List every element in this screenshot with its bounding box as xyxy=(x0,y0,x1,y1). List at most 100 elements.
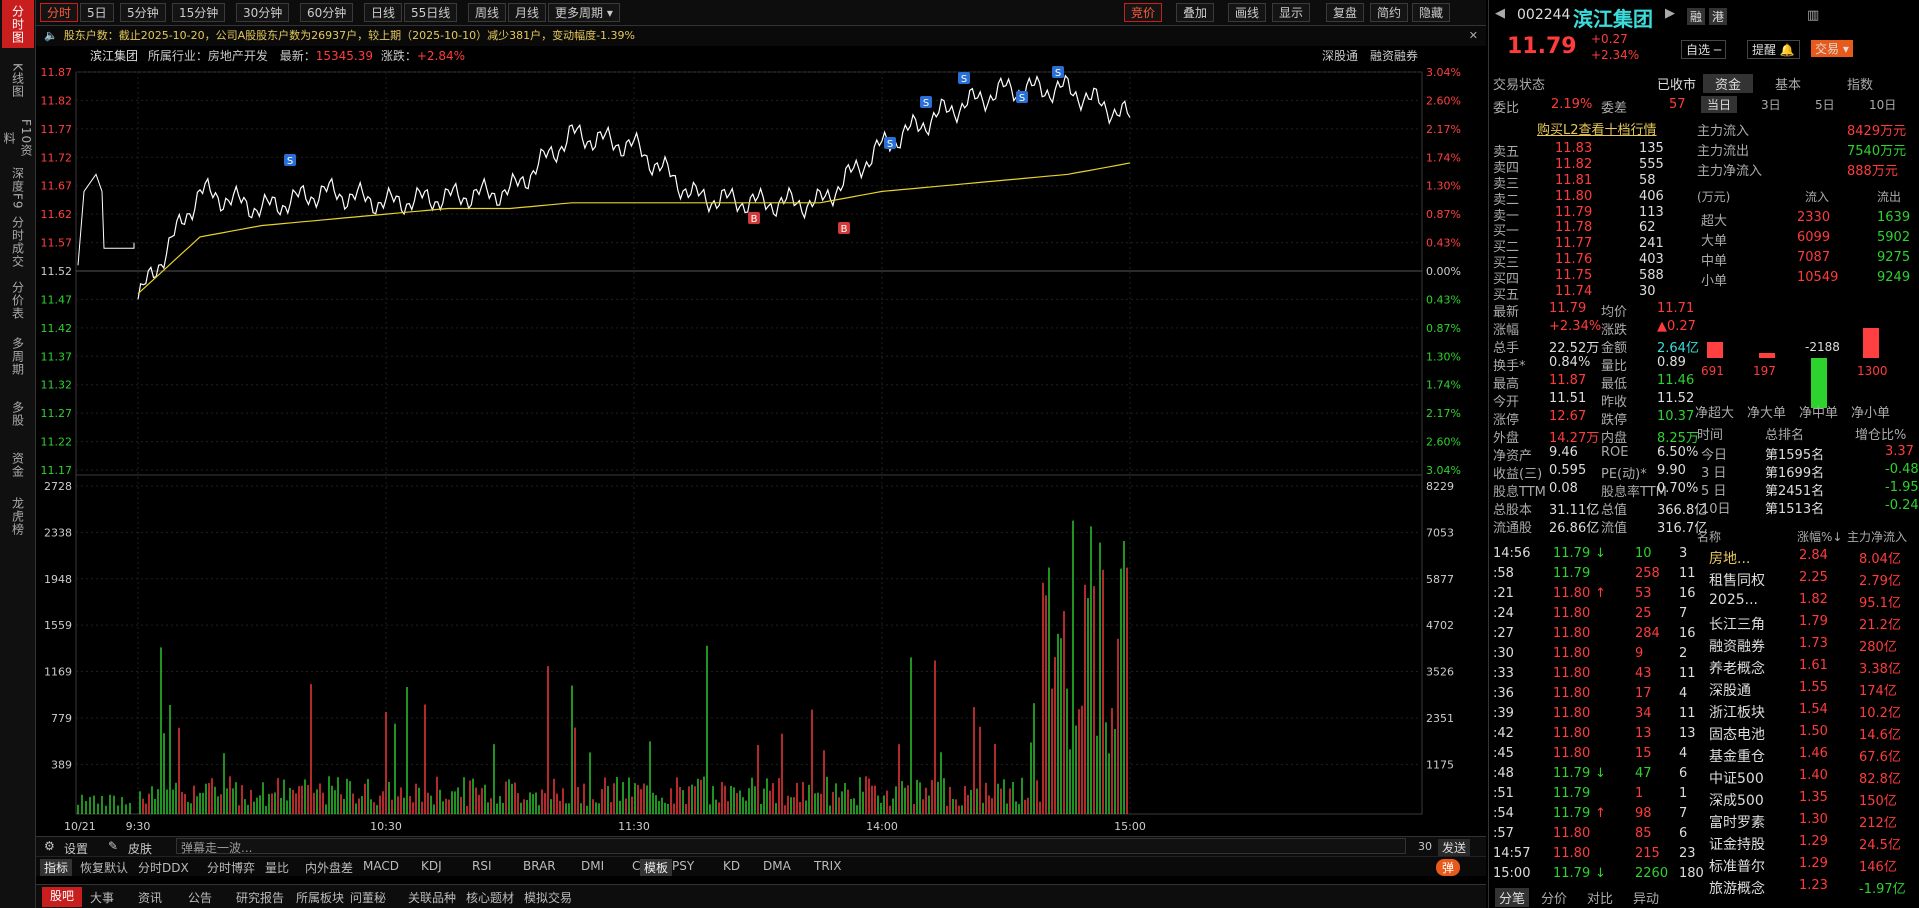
left-tab-3[interactable]: 深度F9 xyxy=(2,166,34,210)
indicator-4[interactable]: 量比 xyxy=(265,859,289,876)
indicator-0[interactable]: 指标 xyxy=(40,859,73,876)
sector-name[interactable]: 固态电池 xyxy=(1709,724,1765,744)
footer-tab-2[interactable]: 资讯 xyxy=(138,889,162,906)
skin-icon[interactable]: ✎ xyxy=(108,839,118,853)
sector-name[interactable]: 养老概念 xyxy=(1709,658,1765,678)
indicator-10[interactable]: DMI xyxy=(581,859,604,873)
indicator-16[interactable]: 模板 xyxy=(640,859,673,876)
period-button-0[interactable]: 分时 xyxy=(40,3,79,22)
period-button-2[interactable]: 5分钟 xyxy=(120,3,166,22)
margin-trading-tag[interactable]: 融资融券 xyxy=(1370,46,1418,66)
industry-value[interactable]: 房地产开发 xyxy=(208,49,268,63)
settings-icon[interactable]: ⚙ xyxy=(44,839,55,853)
period-button-3[interactable]: 15分钟 xyxy=(172,3,226,22)
danmu-toggle[interactable]: 弹 xyxy=(1436,859,1461,876)
alert-button[interactable]: 提醒 🔔 xyxy=(1747,40,1800,59)
prev-stock-icon[interactable]: ◀ xyxy=(1495,6,1505,21)
indicator-5[interactable]: 内外盘差 xyxy=(305,859,353,876)
l2-link[interactable]: 购买L2查看十档行情 xyxy=(1537,119,1657,138)
indicator-2[interactable]: 分时DDX xyxy=(138,859,189,876)
left-tab-6[interactable]: 多周期 xyxy=(2,330,34,382)
left-tab-7[interactable]: 多股 xyxy=(2,388,34,440)
left-tab-2[interactable]: F10资料 xyxy=(2,116,34,160)
toolbar-right-2[interactable]: 画线 xyxy=(1228,3,1267,22)
sector-name[interactable]: 富时罗素 xyxy=(1709,812,1765,832)
fund-period-1[interactable]: 3日 xyxy=(1755,96,1787,113)
indicator-1[interactable]: 恢复默认 xyxy=(80,859,128,876)
footer-tab-1[interactable]: 大事 xyxy=(90,889,114,906)
hk-button[interactable]: 港 xyxy=(1709,8,1728,25)
danmu-input[interactable]: 弹幕走一波... xyxy=(176,838,1406,855)
indicator-15[interactable]: TRIX xyxy=(814,859,841,873)
sector-name[interactable]: 2025... xyxy=(1709,592,1758,608)
footer-tab-5[interactable]: 所属板块 xyxy=(296,889,344,906)
indicator-9[interactable]: BRAR xyxy=(523,859,556,873)
panel-menu-icon[interactable]: ▥ xyxy=(1807,8,1819,23)
footer-tab-9[interactable]: 模拟交易 xyxy=(524,889,572,906)
period-button-6[interactable]: 日线 xyxy=(364,3,403,22)
indicator-14[interactable]: DMA xyxy=(763,859,791,873)
toolbar-right-4[interactable]: 复盘 xyxy=(1326,3,1365,22)
indicator-12[interactable]: PSY xyxy=(672,859,694,873)
sector-name[interactable]: 旅游概念 xyxy=(1709,878,1765,898)
indicator-6[interactable]: MACD xyxy=(363,859,399,873)
fund-period-2[interactable]: 5日 xyxy=(1809,96,1841,113)
left-tab-0[interactable]: 分时图 xyxy=(2,0,34,48)
left-tab-1[interactable]: K线图 xyxy=(2,56,34,104)
tick-tab-2[interactable]: 对比 xyxy=(1587,888,1613,907)
sector-name[interactable]: 中证500 xyxy=(1709,768,1764,788)
sector-name[interactable]: 标准普尔 xyxy=(1709,856,1765,876)
skin-button[interactable]: 皮肤 xyxy=(128,840,152,857)
fund-tab-0[interactable]: 资金 xyxy=(1703,74,1754,93)
settings-button[interactable]: 设置 xyxy=(64,840,88,857)
sector-name[interactable]: 租售同权 xyxy=(1709,570,1765,590)
indicator-13[interactable]: KD xyxy=(723,859,740,873)
fund-tab-1[interactable]: 基本 xyxy=(1775,74,1801,93)
footer-tab-8[interactable]: 核心题材 xyxy=(466,889,514,906)
sector-name[interactable]: 房地... xyxy=(1709,548,1750,568)
footer-tab-3[interactable]: 公告 xyxy=(188,889,212,906)
period-button-7[interactable]: 55日线 xyxy=(404,3,458,22)
left-tab-4[interactable]: 分时成交 xyxy=(2,214,34,270)
trade-button[interactable]: 交易 ▾ xyxy=(1811,40,1853,57)
danmu-send-button[interactable]: 发送 xyxy=(1438,839,1471,856)
tick-tab-0[interactable]: 分笔 xyxy=(1495,888,1530,907)
sector-name[interactable]: 融资融券 xyxy=(1709,636,1765,656)
left-tab-8[interactable]: 资金 xyxy=(2,444,34,486)
period-button-8[interactable]: 周线 xyxy=(468,3,507,22)
indicator-8[interactable]: RSI xyxy=(472,859,492,873)
fund-period-3[interactable]: 10日 xyxy=(1863,96,1902,113)
period-button-1[interactable]: 5日 xyxy=(80,3,114,22)
close-icon[interactable]: ✕ xyxy=(1469,26,1478,46)
fund-tab-2[interactable]: 指数 xyxy=(1847,74,1873,93)
sector-name[interactable]: 浙江板块 xyxy=(1709,702,1765,722)
hk-connect-tag[interactable]: 深股通 xyxy=(1322,46,1358,66)
fund-period-0[interactable]: 当日 xyxy=(1701,96,1738,113)
tick-tab-3[interactable]: 异动 xyxy=(1633,888,1659,907)
next-stock-icon[interactable]: ▶ xyxy=(1665,6,1675,21)
margin-button[interactable]: 融 xyxy=(1687,8,1706,25)
sector-name[interactable]: 深股通 xyxy=(1709,680,1751,700)
watchlist-button[interactable]: 自选 ─ xyxy=(1681,40,1727,59)
intraday-chart[interactable]: 11.87 3.04% 11.82 2.60% 11.77 2.17% 11.72 1.74%… xyxy=(36,66,1486,836)
toolbar-right-1[interactable]: 叠加 xyxy=(1176,3,1215,22)
period-button-9[interactable]: 月线 xyxy=(508,3,547,22)
sector-name[interactable]: 证金持股 xyxy=(1709,834,1765,854)
toolbar-right-3[interactable]: 显示 xyxy=(1272,3,1311,22)
period-button-5[interactable]: 60分钟 xyxy=(300,3,354,22)
period-button-10[interactable]: 更多周期 ▾ xyxy=(548,3,620,22)
footer-tab-0[interactable]: 股吧 xyxy=(42,887,83,907)
indicator-3[interactable]: 分时博弈 xyxy=(207,859,255,876)
sector-name[interactable]: 基金重仓 xyxy=(1709,746,1765,766)
footer-tab-4[interactable]: 研究报告 xyxy=(236,889,284,906)
toolbar-right-5[interactable]: 简约 xyxy=(1370,3,1409,22)
toolbar-right-0[interactable]: 竞价 xyxy=(1124,3,1163,22)
sector-name[interactable]: 长江三角 xyxy=(1709,614,1765,634)
footer-tab-7[interactable]: 关联品种 xyxy=(408,889,456,906)
footer-tab-6[interactable]: 问董秘 xyxy=(350,889,386,906)
indicator-7[interactable]: KDJ xyxy=(421,859,442,873)
left-tab-5[interactable]: 分价表 xyxy=(2,274,34,326)
left-tab-9[interactable]: 龙虎榜 xyxy=(2,488,34,544)
period-button-4[interactable]: 30分钟 xyxy=(236,3,290,22)
tick-tab-1[interactable]: 分价 xyxy=(1541,888,1567,907)
